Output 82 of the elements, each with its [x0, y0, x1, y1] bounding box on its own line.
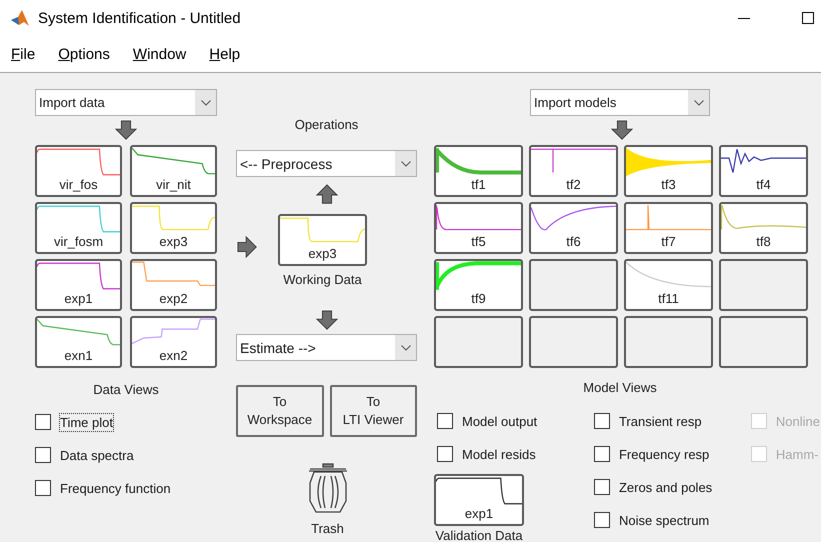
model-tile[interactable]: tf3 — [624, 145, 713, 197]
arrow-down-icon — [114, 120, 138, 142]
app-logo-icon — [10, 9, 30, 27]
tile-label: exp3 — [159, 234, 188, 250]
tile-label: exn1 — [64, 348, 93, 364]
tile-label: tf11 — [658, 291, 679, 307]
model-tile[interactable]: tf2 — [529, 145, 618, 197]
tile-label: exp2 — [159, 291, 188, 307]
caption: Working Data — [282, 272, 363, 288]
push-button[interactable]: To LTI Viewer — [330, 385, 417, 437]
model-tile[interactable]: tf5 — [434, 202, 523, 254]
tile-label: exn2 — [159, 348, 188, 364]
caret-icon — [400, 160, 410, 166]
section-title: Model Views — [582, 380, 658, 396]
tile-label: tf1 — [471, 177, 486, 193]
tile-label: exp3 — [308, 246, 337, 262]
data-tile[interactable]: exp3 — [130, 202, 217, 254]
model-tile[interactable]: tf11 — [624, 259, 713, 311]
data-tile[interactable]: vir_fos — [35, 145, 122, 197]
tile-label: tf2 — [566, 177, 581, 193]
empty-model-slot[interactable] — [434, 316, 523, 368]
maximize-icon[interactable] — [802, 12, 814, 24]
data-tile[interactable]: exn2 — [130, 316, 217, 368]
data-tile[interactable]: exp1 — [35, 259, 122, 311]
checkbox[interactable]: Time plot — [35, 413, 217, 431]
tile-label: vir_fosm — [54, 234, 104, 250]
tile-label: vir_nit — [156, 177, 191, 193]
checkbox[interactable]: Transient resp — [594, 412, 748, 430]
caret-icon — [200, 100, 210, 106]
dropdown[interactable]: Import data — [35, 89, 217, 116]
model-tile[interactable]: tf8 — [719, 202, 808, 254]
empty-model-slot[interactable] — [719, 259, 808, 311]
arrow-down-icon — [610, 120, 634, 142]
checkbox[interactable]: Zeros and poles — [594, 478, 748, 496]
dropdown[interactable]: Estimate --> — [236, 334, 417, 361]
model-tile[interactable]: tf6 — [529, 202, 618, 254]
empty-model-slot[interactable] — [719, 316, 808, 368]
window-title: System Identification - Untitled — [38, 10, 241, 26]
model-tile[interactable]: tf1 — [434, 145, 523, 197]
caption: Validation Data — [434, 528, 524, 542]
tile-label: tf7 — [661, 234, 676, 250]
tile-label: tf5 — [471, 234, 486, 250]
data-tile[interactable]: exp1 — [434, 474, 524, 526]
data-tile[interactable]: exn1 — [35, 316, 122, 368]
data-tile[interactable]: vir_fosm — [35, 202, 122, 254]
checkbox[interactable]: Frequency function — [35, 479, 217, 497]
arrow-up-icon — [314, 184, 338, 206]
tile-label: tf8 — [756, 234, 771, 250]
menu-item[interactable]: Window — [132, 44, 188, 64]
tile-label: exp1 — [464, 506, 494, 522]
checkbox[interactable]: Frequency resp — [594, 445, 748, 463]
checkbox[interactable]: Model resids — [437, 445, 591, 463]
tile-label: exp1 — [64, 291, 93, 307]
empty-model-slot[interactable] — [529, 316, 618, 368]
data-tile[interactable]: exp3 — [278, 214, 367, 266]
checkbox[interactable]: Data spectra — [35, 446, 217, 464]
model-tile[interactable]: tf7 — [624, 202, 713, 254]
push-button[interactable]: To Workspace — [236, 385, 324, 437]
caret-icon — [694, 100, 704, 106]
section-title: Data Views — [92, 382, 160, 398]
tile-label: vir_fos — [59, 177, 98, 193]
tile-label: tf6 — [566, 234, 581, 250]
data-tile[interactable]: vir_nit — [130, 145, 217, 197]
checkbox[interactable]: Noise spectrum — [594, 511, 748, 529]
empty-model-slot[interactable] — [529, 259, 618, 311]
caption: Trash — [311, 521, 344, 537]
tile-label: tf9 — [471, 291, 486, 307]
tile-label: tf4 — [756, 177, 771, 193]
section-title: Operations — [294, 117, 360, 133]
tile-label: tf3 — [661, 177, 676, 193]
empty-model-slot[interactable] — [624, 316, 713, 368]
model-tile[interactable]: tf9 — [434, 259, 523, 311]
model-tile[interactable]: tf4 — [719, 145, 808, 197]
dropdown[interactable]: <-- Preprocess — [236, 150, 417, 177]
data-tile[interactable]: exp2 — [130, 259, 217, 311]
caret-icon — [400, 344, 410, 350]
arrow-down-icon — [314, 310, 338, 332]
menu-item[interactable]: Options — [57, 44, 111, 64]
dropdown[interactable]: Import models — [530, 89, 710, 116]
menu-item[interactable]: File — [10, 44, 36, 64]
menu-item[interactable]: Help — [208, 44, 242, 64]
checkbox[interactable]: Model output — [437, 412, 591, 430]
